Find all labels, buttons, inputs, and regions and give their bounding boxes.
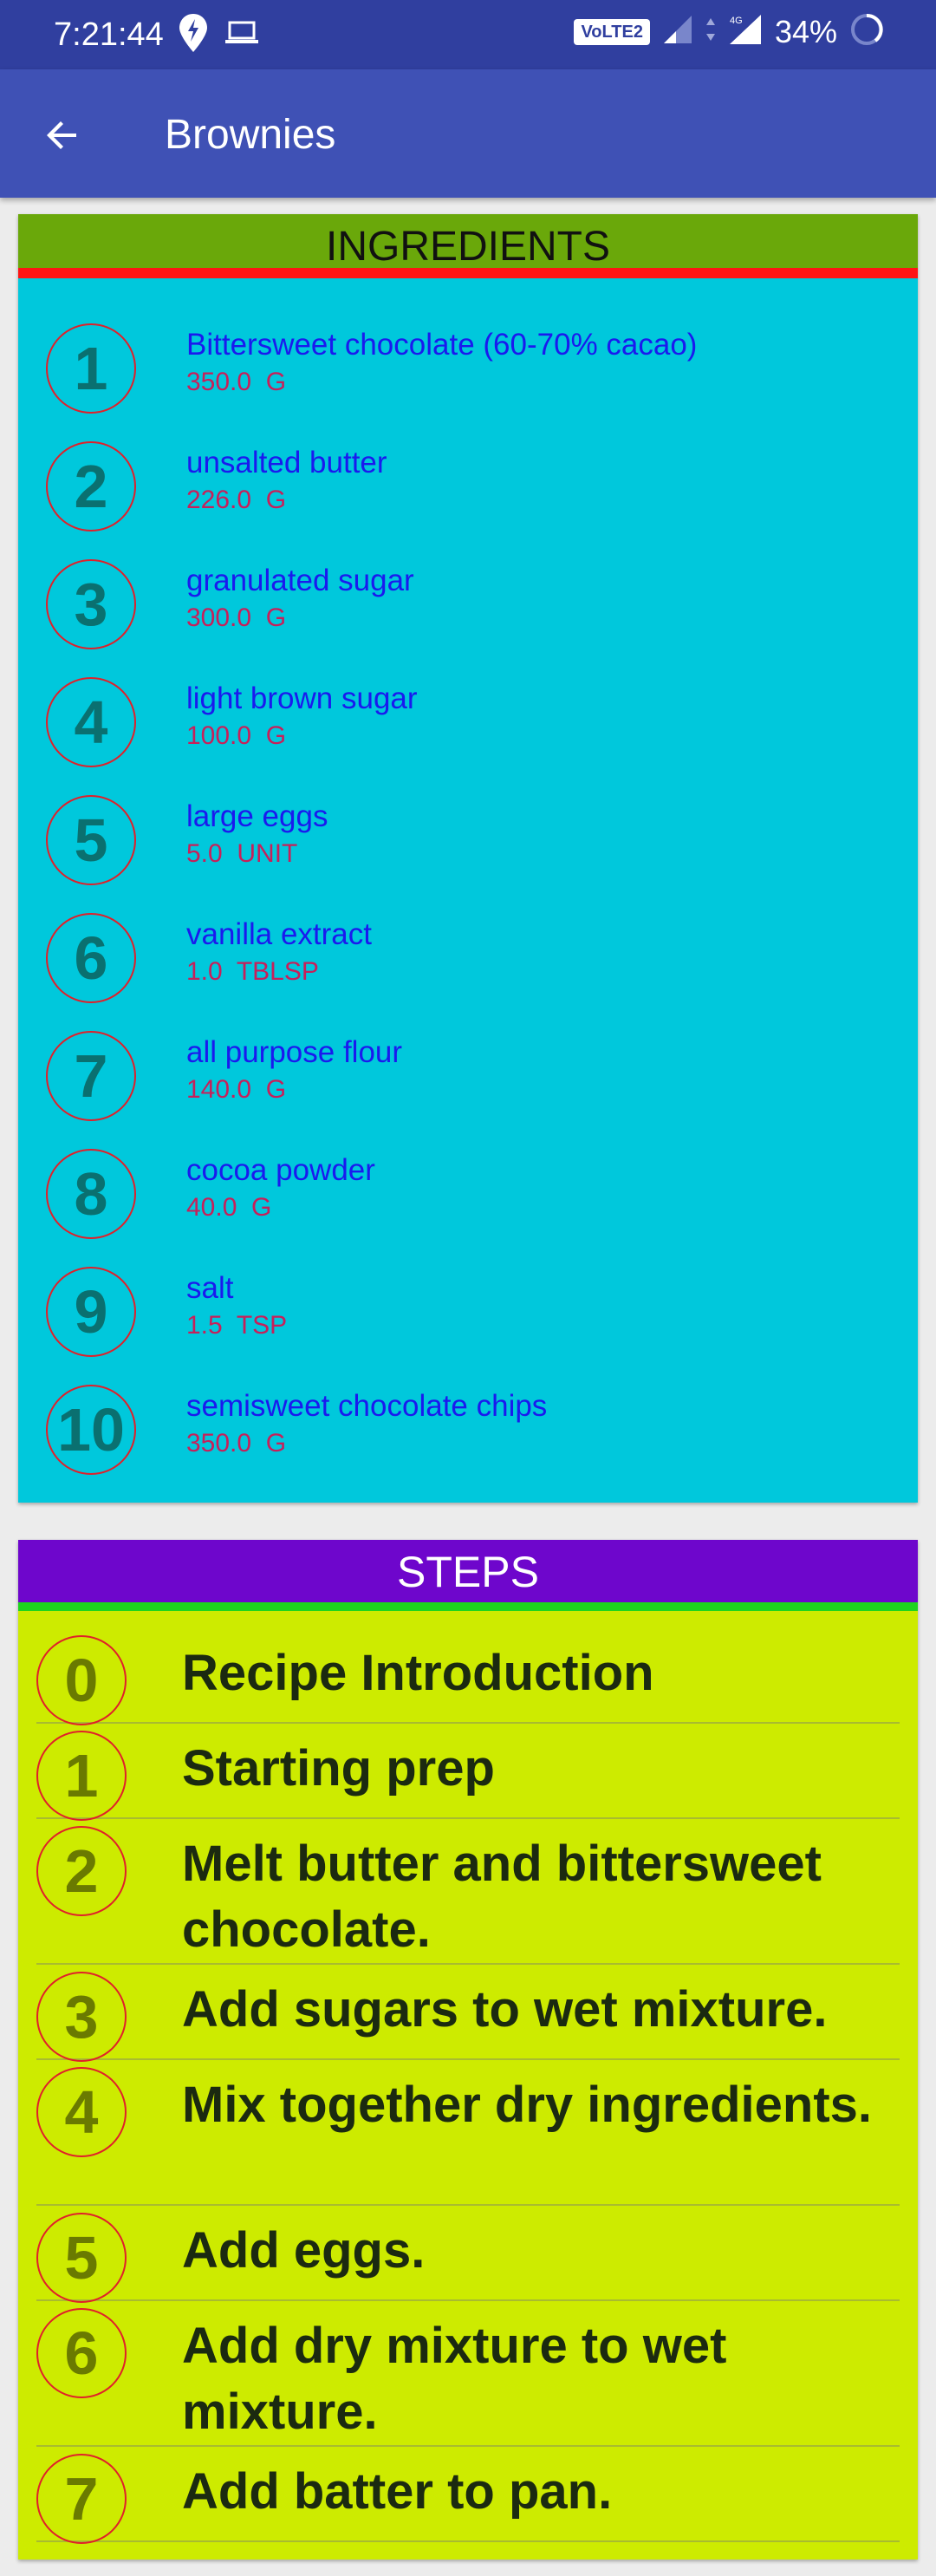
ingredient-name: semisweet chocolate chips [186,1389,548,1423]
page-title: Brownies [165,112,336,158]
step-title: Add dry mixture to wet mixture. [182,2318,727,2440]
ingredient-item: 10 semisweet chocolate chips 350.0 G [18,1385,918,1503]
arrow-left-icon [47,121,76,149]
step-number: 2 [36,1826,127,1916]
step-title: Melt butter and bittersweet chocolate. [182,1836,822,1958]
ingredient-item: 9 salt 1.5 TSP [18,1267,918,1385]
status-bar: 7:21:44 VoLTE2 4G 34% [0,0,936,69]
ingredient-number: 7 [46,1031,136,1121]
ingredient-item: 2 unsalted butter 226.0 G [18,441,918,559]
ingredient-item: 1 Bittersweet chocolate (60-70% cacao) 350… [18,323,918,441]
ingredient-quantity: 350.0 G [186,368,287,396]
ingredient-number: 10 [46,1385,136,1475]
ingredient-item: 8 cocoa powder 40.0 G [18,1149,918,1267]
step-item[interactable]: 6 Add dry mixture to wet mixture. [36,2301,900,2447]
step-item[interactable]: 1 Starting prep [36,1724,900,1821]
ingredient-item: 6 vanilla extract 1.0 TBLSP [18,913,918,1031]
ingredient-name: large eggs [186,799,328,833]
ingredient-quantity: 1.0 TBLSP [186,957,319,986]
ingredient-item: 4 light brown sugar 100.0 G [18,677,918,795]
ingredient-number: 6 [46,913,136,1003]
step-item[interactable]: 7 Add batter to pan. [36,2447,900,2544]
back-button[interactable] [35,108,90,163]
step-title: Mix together dry ingredients. [182,2077,872,2133]
status-time: 7:21:44 [54,16,164,53]
ingredient-name: Bittersweet chocolate (60-70% cacao) [186,328,698,362]
signal-weak-icon [662,14,693,49]
battery-percent: 34% [774,13,837,49]
ingredient-name: unsalted butter [186,446,387,479]
ingredient-quantity: 5.0 UNIT [186,839,298,868]
ingredient-quantity: 1.5 TSP [186,1311,288,1340]
ingredient-item: 5 large eggs 5.0 UNIT [18,795,918,913]
ingredient-name: all purpose flour [186,1035,403,1069]
step-number: 3 [36,1972,127,2062]
ingredient-quantity: 226.0 G [186,486,287,514]
ingredient-number: 2 [46,441,136,532]
ingredient-number: 9 [46,1267,136,1357]
ingredient-name: cocoa powder [186,1153,375,1187]
ingredient-name: granulated sugar [186,564,414,597]
ingredient-name: salt [186,1271,234,1305]
ingredient-item: 3 granulated sugar 300.0 G [18,559,918,677]
svg-text:4G: 4G [730,16,743,26]
step-number: 1 [36,1731,127,1821]
ingredient-quantity: 140.0 G [186,1075,287,1104]
status-notification-icons [178,12,259,58]
step-title: Add sugars to wet mixture. [182,1981,828,2038]
ingredient-quantity: 300.0 G [186,603,287,632]
ingredient-number: 4 [46,677,136,767]
ingredient-name: light brown sugar [186,681,418,715]
ingredient-quantity: 350.0 G [186,1429,287,1458]
ingredient-name: vanilla extract [186,917,372,951]
data-arrows-icon [705,16,716,47]
step-item[interactable]: 5 Add eggs. [36,2206,900,2303]
app-toolbar: Brownies [0,69,936,198]
step-title: Add eggs. [182,2222,426,2279]
ingredient-item: 7 all purpose flour 140.0 G [18,1031,918,1149]
steps-header: STEPS [18,1540,918,1611]
step-item[interactable]: 2 Melt butter and bittersweet chocolate. [36,1819,900,1965]
battery-charging-ring-icon [849,12,884,51]
signal-4g-icon: 4G [728,13,763,50]
ingredient-number: 8 [46,1149,136,1239]
ingredient-number: 1 [46,323,136,414]
step-title: Starting prep [182,1740,495,1797]
step-item[interactable]: 3 Add sugars to wet mixture. [36,1965,900,2062]
notification-app-icon [178,12,209,58]
step-number: 4 [36,2067,127,2157]
step-number: 6 [36,2308,127,2398]
ingredient-quantity: 40.0 G [186,1193,272,1222]
ingredient-number: 5 [46,795,136,885]
step-number: 7 [36,2454,127,2544]
step-title: Recipe Introduction [182,1645,654,1701]
status-system-icons: VoLTE2 4G 34% [574,12,884,51]
ingredient-number: 3 [46,559,136,649]
volte-badge: VoLTE2 [574,18,650,45]
ingredients-card: INGREDIENTS 1 Bittersweet chocolate (60-7… [18,214,918,1503]
laptop-icon [224,19,259,51]
steps-card: STEPS 0 Recipe Introduction 1 Starting prep… [18,1540,918,2560]
step-number: 5 [36,2213,127,2303]
ingredient-quantity: 100.0 G [186,721,287,750]
step-number: 0 [36,1635,127,1725]
step-item[interactable]: 4 Mix together dry ingredients. [36,2060,900,2206]
step-title: Add batter to pan. [182,2463,613,2520]
step-item[interactable]: 0 Recipe Introduction [36,1628,900,1725]
ingredients-header: INGREDIENTS [18,214,918,278]
